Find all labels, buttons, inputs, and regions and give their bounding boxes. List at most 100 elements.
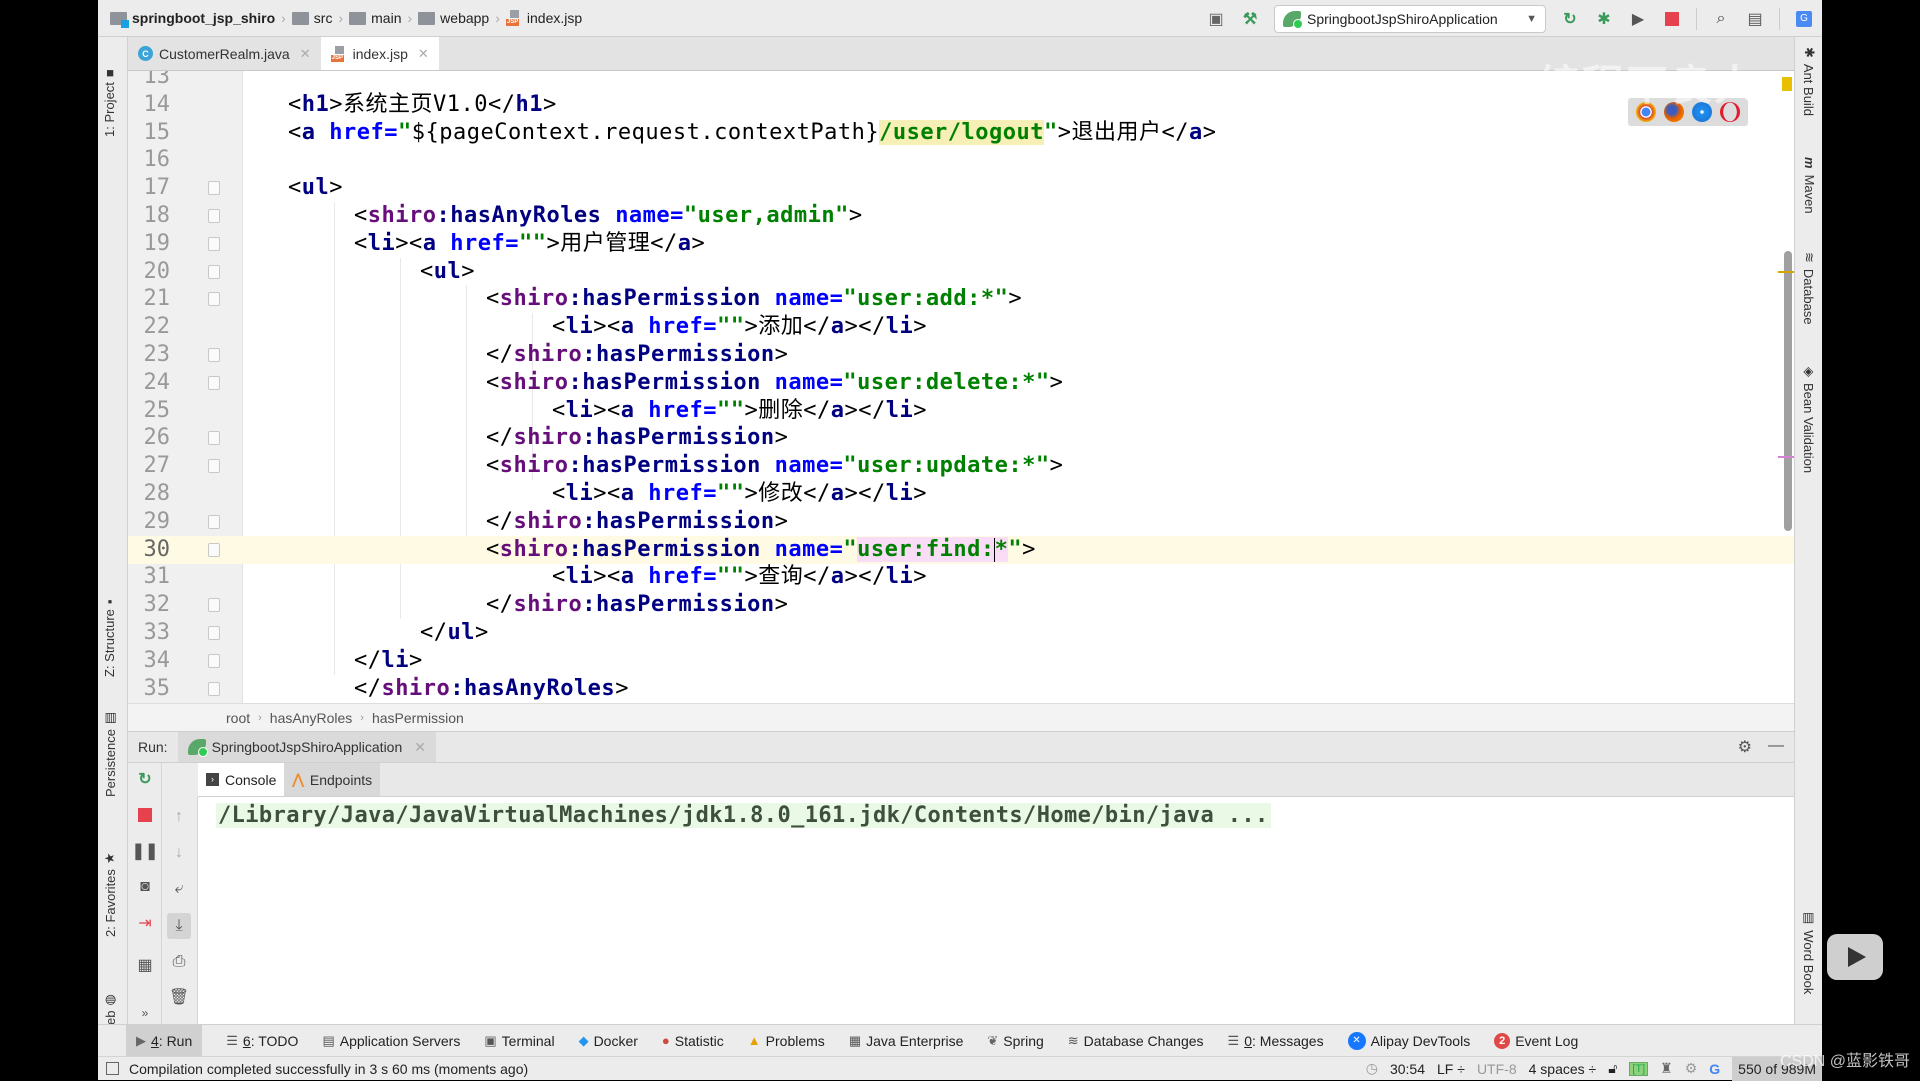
code-line[interactable]: 27 <shiro:hasPermission name="user:update…: [128, 452, 1794, 480]
editor-scrollbar[interactable]: [1784, 251, 1792, 531]
arrow-up-icon[interactable]: ↑: [169, 807, 189, 827]
tool-window-messages[interactable]: ☰ 0: Messages: [1228, 1025, 1324, 1056]
maven-tool-button[interactable]: m Maven: [1802, 157, 1817, 214]
code-line[interactable]: 17 <ul>: [128, 174, 1794, 202]
google-icon[interactable]: G: [1709, 1061, 1720, 1077]
breadcrumb-haspermission[interactable]: hasPermission: [372, 710, 464, 726]
tool-window-java-enterprise[interactable]: ▦ Java Enterprise: [849, 1025, 964, 1056]
print-icon[interactable]: ⎙: [169, 952, 189, 972]
close-icon[interactable]: ✕: [300, 46, 311, 62]
gear-icon[interactable]: ⚙: [1738, 737, 1752, 757]
login-icon[interactable]: ⇥: [135, 913, 155, 933]
tool-window-application-servers[interactable]: ▤ Application Servers: [322, 1025, 460, 1056]
code-editor[interactable]: 13 14 <h1>系统主页V1.0</h1> 15 <a href="${pageCo…: [128, 71, 1794, 703]
database-tool-button[interactable]: ≋ Database: [1801, 252, 1818, 325]
tool-window-spring[interactable]: ❦ Spring: [987, 1025, 1043, 1056]
inspector-icon[interactable]: ♜: [1660, 1060, 1673, 1077]
fold-marker-icon[interactable]: [208, 431, 220, 446]
inspection-status-indicator[interactable]: [1782, 77, 1792, 91]
code-line[interactable]: 21 <shiro:hasPermission name="user:add:*"…: [128, 285, 1794, 313]
code-line[interactable]: 30 <shiro:hasPermission name="user:find:*…: [128, 535, 1794, 564]
code-line[interactable]: 26 </shiro:hasPermission>: [128, 424, 1794, 452]
fold-marker-icon[interactable]: [208, 375, 220, 390]
breadcrumb-project[interactable]: springboot_jsp_shiro: [110, 10, 275, 28]
fold-marker-icon[interactable]: [208, 681, 220, 696]
code-line[interactable]: 29 </shiro:hasPermission>: [128, 508, 1794, 536]
tab-index-jsp[interactable]: index.jsp ✕: [320, 37, 439, 70]
ant-build-tool-button[interactable]: ✱ Ant Build: [1801, 47, 1818, 116]
stop-icon[interactable]: [1662, 9, 1682, 29]
tool-window-run[interactable]: ▶ 4: Run: [126, 1025, 203, 1056]
tool-window-statistic[interactable]: ● Statistic: [662, 1025, 724, 1056]
tool-window-event-log[interactable]: 2 Event Log: [1494, 1025, 1578, 1056]
fold-marker-icon[interactable]: [208, 236, 220, 251]
fold-marker-icon[interactable]: [208, 181, 220, 196]
soft-wrap-icon[interactable]: ⤶: [169, 879, 189, 899]
line-separator[interactable]: LF ÷: [1437, 1061, 1465, 1077]
code-line[interactable]: 25 <li><a href="">删除</a></li>: [128, 397, 1794, 425]
code-line[interactable]: 34 </li>: [128, 647, 1794, 675]
breadcrumb-src[interactable]: src: [291, 10, 332, 26]
code-line[interactable]: 32 </shiro:hasPermission>: [128, 591, 1794, 619]
fold-marker-icon[interactable]: [208, 264, 220, 279]
stop-icon[interactable]: [135, 805, 155, 825]
fold-marker-icon[interactable]: [208, 514, 220, 529]
code-line[interactable]: 20 <ul>: [128, 258, 1794, 286]
bean-validation-tool-button[interactable]: ◈ Bean Validation: [1801, 367, 1818, 473]
indent-setting[interactable]: 4 spaces ÷: [1529, 1061, 1597, 1077]
console-window-icon[interactable]: ▣: [1206, 9, 1226, 29]
fold-marker-icon[interactable]: [208, 292, 220, 307]
status-toggle-icon[interactable]: [106, 1062, 119, 1075]
tool-window-docker[interactable]: ◆ Docker: [579, 1025, 638, 1056]
breadcrumb-hasanyroles[interactable]: hasAnyRoles: [270, 710, 353, 726]
fold-marker-icon[interactable]: [208, 598, 220, 613]
code-line[interactable]: 35 </shiro:hasAnyRoles>: [128, 675, 1794, 703]
trash-icon[interactable]: 🗑: [169, 987, 189, 1007]
breadcrumb-file[interactable]: index.jsp: [505, 10, 582, 26]
run-configuration-select[interactable]: SpringbootJspShiroApplication ▼: [1274, 4, 1546, 33]
rerun-icon[interactable]: ↻: [135, 769, 155, 789]
settings-icon[interactable]: ⚙: [1685, 1060, 1698, 1077]
translate-icon[interactable]: G: [1794, 9, 1814, 29]
code-line[interactable]: 28 <li><a href="">修改</a></li>: [128, 480, 1794, 508]
fold-marker-icon[interactable]: [208, 653, 220, 668]
tab-console[interactable]: › Console: [198, 763, 285, 796]
more-icon[interactable]: »: [135, 1003, 155, 1023]
code-line[interactable]: 18 <shiro:hasAnyRoles name="user,admin">: [128, 202, 1794, 230]
project-tool-button[interactable]: 1: Project ■: [102, 69, 117, 137]
breadcrumb-root[interactable]: root: [226, 710, 250, 726]
fold-marker-icon[interactable]: [208, 626, 220, 640]
tool-window-alipay-devtools[interactable]: ✕ Alipay DevTools: [1347, 1025, 1470, 1056]
code-line[interactable]: 24 <shiro:hasPermission name="user:delete…: [128, 369, 1794, 397]
debug-bug-icon[interactable]: ✱: [1594, 9, 1614, 29]
word-book-tool-button[interactable]: ▤ Word Book: [1801, 912, 1818, 994]
fold-marker-icon[interactable]: [208, 348, 220, 362]
lock-icon[interactable]: 🔓︎: [1608, 1060, 1617, 1077]
code-line[interactable]: 22 <li><a href="">添加</a></li>: [128, 313, 1794, 341]
scroll-marker-highlight[interactable]: [1778, 456, 1794, 458]
tab-endpoints[interactable]: ⋀ Endpoints: [284, 763, 381, 796]
run-with-coverage-icon[interactable]: ▶: [1628, 9, 1648, 29]
code-line[interactable]: 16: [128, 146, 1794, 174]
pause-icon[interactable]: ❚❚: [132, 841, 159, 861]
fold-marker-icon[interactable]: [208, 209, 220, 223]
tool-window-problems[interactable]: ▲ Problems: [748, 1025, 825, 1056]
persistence-tool-button[interactable]: Persistence ▤: [102, 712, 118, 797]
search-icon[interactable]: ⌕: [1711, 9, 1731, 29]
layout-icon[interactable]: ▦: [135, 955, 155, 975]
file-encoding[interactable]: UTF-8: [1477, 1061, 1517, 1077]
code-line[interactable]: 33 </ul>: [128, 619, 1794, 647]
camera-icon[interactable]: ◙: [135, 877, 155, 897]
build-hammer-icon[interactable]: ⚒: [1240, 9, 1260, 29]
run-tab-application[interactable]: SpringbootJspShiroApplication ✕: [177, 732, 436, 762]
code-line[interactable]: 15 <a href="${pageContext.request.context…: [128, 119, 1794, 147]
translation-icon[interactable]: [T]: [1629, 1061, 1649, 1076]
tool-window-todo[interactable]: ☰ 6: TODO: [226, 1025, 298, 1056]
code-line[interactable]: 31 <li><a href="">查询</a></li>: [128, 563, 1794, 591]
project-structure-icon[interactable]: ▤: [1745, 9, 1765, 29]
code-line[interactable]: 23 </shiro:hasPermission>: [128, 341, 1794, 369]
code-line[interactable]: 19 <li><a href="">用户管理</a>: [128, 230, 1794, 258]
close-icon[interactable]: ✕: [418, 46, 429, 62]
caret-position[interactable]: 30:54: [1390, 1061, 1425, 1077]
breadcrumb-main[interactable]: main: [349, 10, 402, 26]
